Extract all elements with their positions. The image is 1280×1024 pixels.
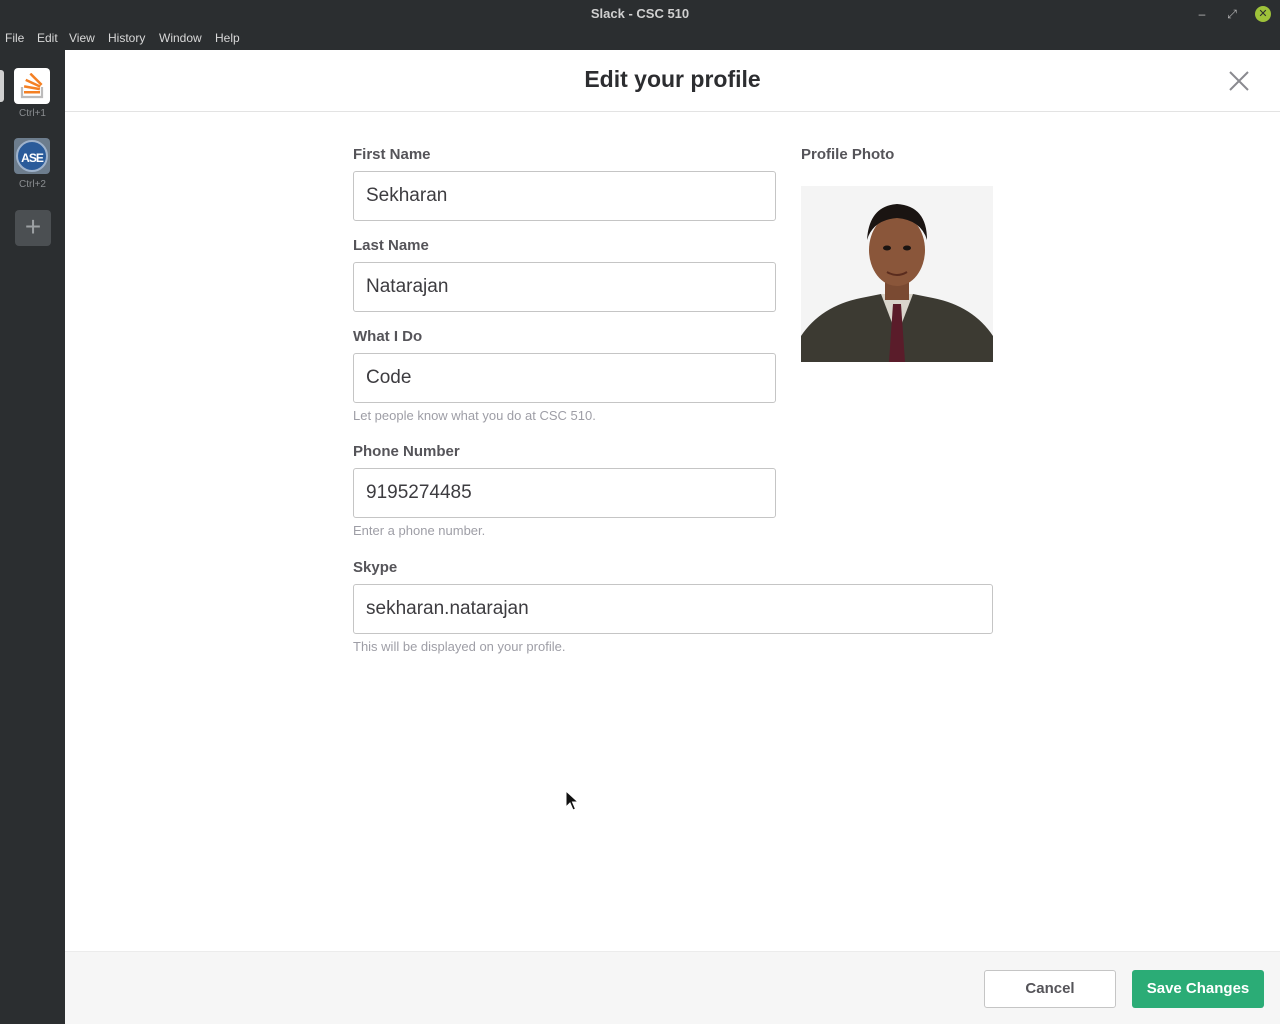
team-sidebar: Ctrl+1 ASE Ctrl+2 +: [0, 50, 65, 1024]
team-2-shortcut: Ctrl+2: [19, 179, 46, 190]
skype-input[interactable]: sekharan.natarajan: [353, 584, 993, 634]
team-1-button[interactable]: [14, 68, 50, 104]
phone-input[interactable]: 9195274485: [353, 468, 776, 518]
team-1-shortcut: Ctrl+1: [19, 108, 46, 119]
menu-window[interactable]: Window: [159, 31, 202, 45]
window-title: Slack - CSC 510: [590, 6, 690, 21]
modal-title: Edit your profile: [584, 66, 761, 92]
modal-footer: Cancel Save Changes: [65, 951, 1280, 1024]
last-name-input[interactable]: Natarajan: [353, 262, 776, 312]
what-i-do-hint: Let people know what you do at CSC 510.: [353, 408, 596, 423]
what-i-do-label: What I Do: [353, 328, 423, 345]
stack-overflow-logo-icon: [20, 73, 44, 99]
profile-photo-image: [801, 186, 993, 362]
minimize-icon[interactable]: –: [1194, 6, 1210, 22]
close-window-icon[interactable]: ✕: [1255, 6, 1271, 22]
maximize-icon[interactable]: ⤢: [1224, 6, 1240, 22]
what-i-do-input[interactable]: Code: [353, 353, 776, 403]
skype-hint: This will be displayed on your profile.: [353, 639, 566, 654]
edit-profile-modal: Edit your profile First Name Sekharan La…: [65, 50, 1280, 1024]
plus-icon: +: [24, 211, 42, 242]
phone-hint: Enter a phone number.: [353, 523, 486, 538]
first-name-input[interactable]: Sekharan: [353, 171, 776, 221]
ase-logo-icon: ASE: [16, 140, 48, 172]
first-name-label: First Name: [353, 146, 431, 163]
profile-photo[interactable]: [801, 186, 993, 362]
menu-help[interactable]: Help: [215, 31, 240, 45]
modal-header: Edit your profile: [65, 50, 1280, 112]
menu-history[interactable]: History: [108, 31, 145, 45]
menu-view[interactable]: View: [69, 31, 95, 45]
mouse-cursor-icon: [565, 790, 579, 811]
save-changes-button[interactable]: Save Changes: [1132, 970, 1264, 1008]
last-name-label: Last Name: [353, 237, 429, 254]
profile-photo-label: Profile Photo: [801, 146, 895, 163]
close-icon[interactable]: [1227, 69, 1251, 93]
menu-edit[interactable]: Edit: [37, 31, 58, 45]
phone-label: Phone Number: [353, 443, 460, 460]
cancel-button[interactable]: Cancel: [984, 970, 1116, 1008]
menu-file[interactable]: File: [5, 31, 24, 45]
title-bar: Slack - CSC 510 – ⤢ ✕: [0, 0, 1280, 28]
team-2-button[interactable]: ASE: [14, 138, 50, 174]
skype-label: Skype: [353, 559, 398, 576]
active-team-indicator: [0, 70, 4, 102]
add-team-button[interactable]: +: [15, 210, 51, 246]
menu-bar: File Edit View History Window Help: [0, 28, 1280, 50]
